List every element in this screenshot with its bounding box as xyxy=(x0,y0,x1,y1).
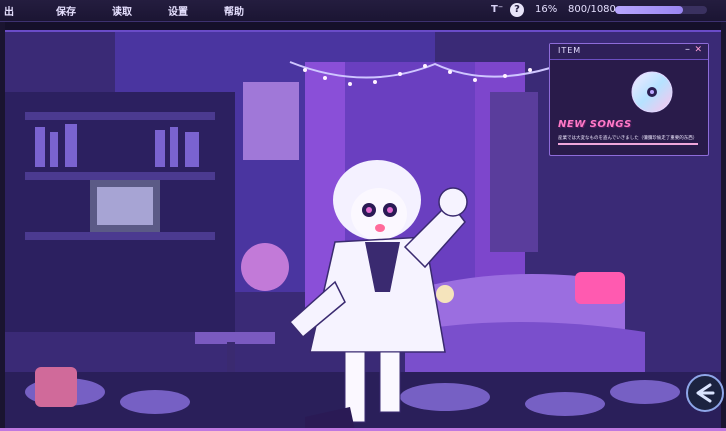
menu-save[interactable]: 保存 xyxy=(56,3,76,18)
right-frame xyxy=(721,22,726,428)
percent-readout: 16% xyxy=(535,4,558,15)
progress-readout: 800/1080 xyxy=(568,4,616,15)
menu-help[interactable]: 帮助 xyxy=(224,3,244,18)
progress-bar-fill xyxy=(615,6,684,14)
menu-load[interactable]: 读取 xyxy=(112,3,132,18)
back-button[interactable] xyxy=(686,374,724,412)
menu-settings[interactable]: 设置 xyxy=(168,3,188,18)
cd-disc-icon xyxy=(631,71,673,113)
item-name: NEW SONGS xyxy=(558,119,632,130)
back-arrow-icon xyxy=(696,383,715,403)
item-popup-title: ITEM xyxy=(558,46,582,55)
item-popup-header: ITEM – ✕ xyxy=(550,44,708,60)
progress-bar xyxy=(615,6,707,14)
top-menu-bar: 出 保存 读取 设置 帮助 T⁻ ? 16% 800/1080 xyxy=(0,0,726,22)
menu-quit[interactable]: 出 xyxy=(4,3,14,18)
item-popup: ITEM – ✕ NEW SONGS 産業では大変なものを盗んでいきました（彌彌… xyxy=(549,43,709,156)
close-icon[interactable]: ✕ xyxy=(694,45,702,55)
text-speed-icon[interactable]: T⁻ xyxy=(491,4,503,15)
minimize-icon[interactable]: – xyxy=(685,44,690,55)
item-description: 産業では大変なものを盗んでいきました（彌彌珍偷走了重要的东西） xyxy=(558,136,698,141)
help-icon[interactable]: ? xyxy=(510,3,524,17)
item-underline xyxy=(558,143,698,145)
